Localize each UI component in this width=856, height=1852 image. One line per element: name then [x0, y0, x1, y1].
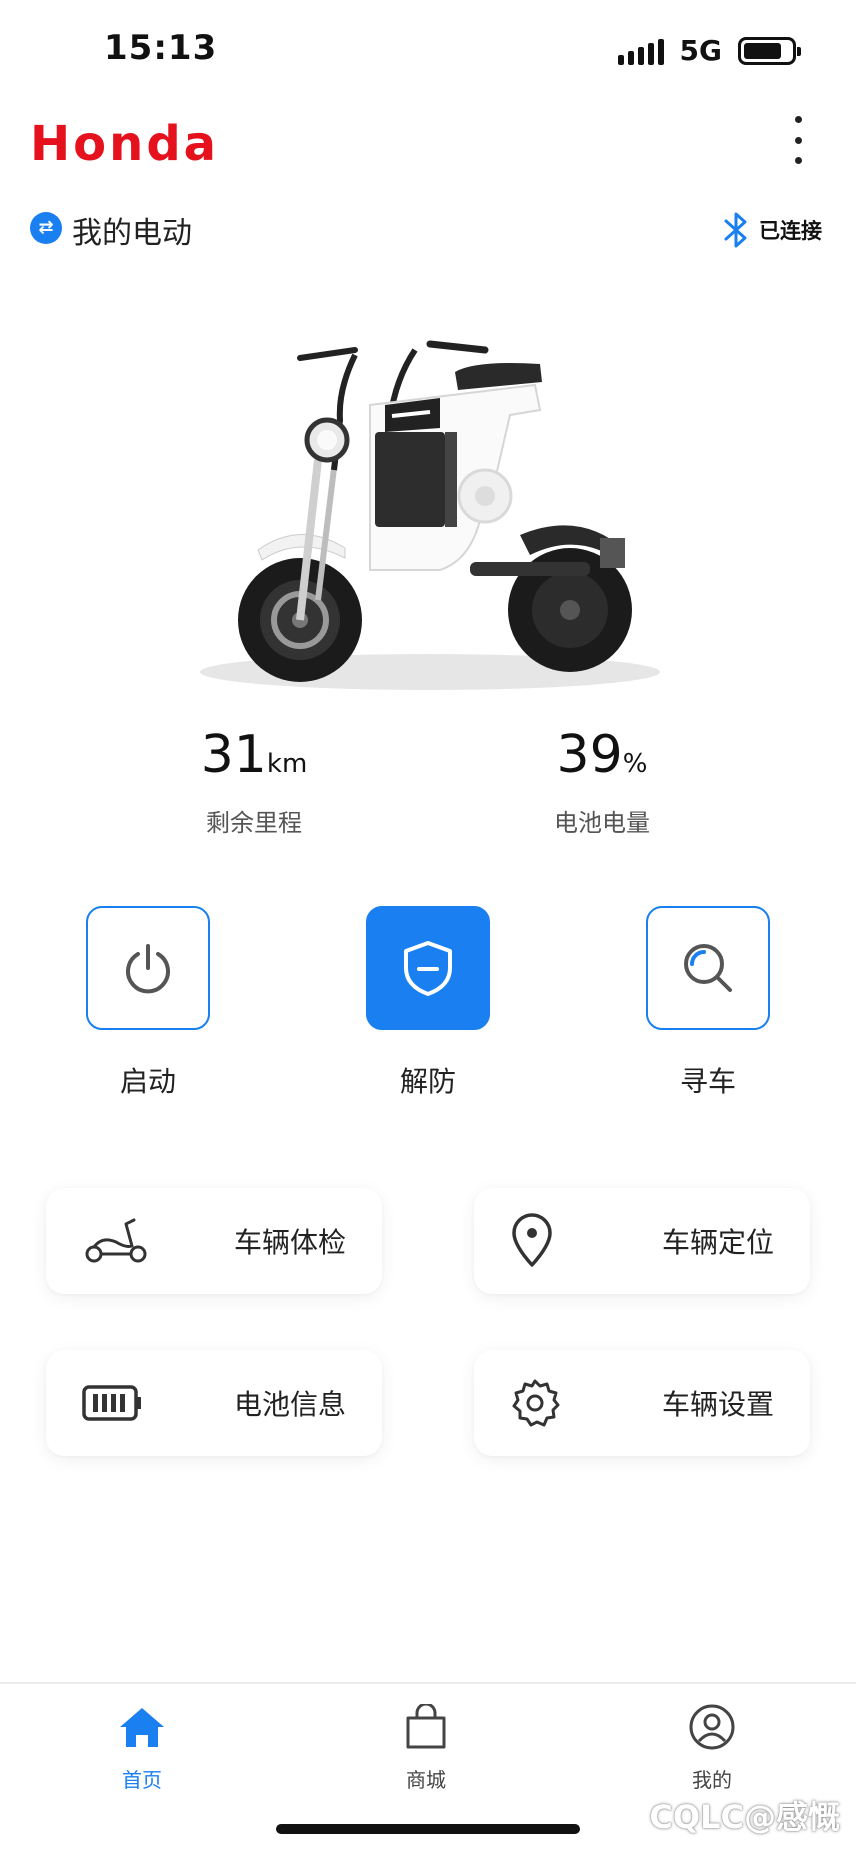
battery-label: 电池电量: [554, 809, 650, 837]
status-bar: 15:13 5G: [0, 0, 856, 100]
find-button[interactable]: [646, 906, 770, 1030]
battery-info-card[interactable]: 电池信息: [46, 1350, 382, 1456]
battery-info-label: 电池信息: [233, 1388, 346, 1421]
start-button[interactable]: [86, 906, 210, 1030]
bluetooth-status-label: 已连接: [759, 219, 822, 243]
battery-stat: 39% 电池电量: [452, 725, 752, 838]
find-label: 寻车: [679, 1065, 736, 1098]
vehicle-checkup-card[interactable]: 车辆体检: [46, 1188, 382, 1294]
scooter-icon: [82, 1216, 152, 1266]
home-icon: [82, 1700, 202, 1754]
app-header: Honda: [0, 110, 856, 200]
range-label: 剩余里程: [206, 809, 302, 837]
nav-store-label: 商城: [406, 1768, 446, 1792]
nav-store[interactable]: 商城: [366, 1700, 486, 1793]
nav-mine-label: 我的: [692, 1768, 732, 1792]
bluetooth-icon: [724, 212, 747, 248]
disarm-label: 解防: [399, 1065, 456, 1098]
battery-icon: [738, 36, 801, 65]
shopping-bag-icon: [366, 1700, 486, 1754]
start-label: 启动: [119, 1065, 176, 1098]
bluetooth-status[interactable]: 已连接: [723, 210, 822, 250]
battery-unit: %: [622, 749, 648, 779]
range-unit: km: [266, 749, 308, 779]
power-icon: [126, 944, 170, 994]
disarm-action: 解防: [366, 906, 490, 1100]
status-time: 15:13: [104, 28, 218, 68]
user-icon: [652, 1700, 772, 1754]
vehicle-location-label: 车辆定位: [661, 1226, 774, 1259]
nav-home[interactable]: 首页: [82, 1700, 202, 1793]
location-pin-icon: [510, 1213, 554, 1269]
vehicle-row: ⇄ 我的电动 已连接: [0, 200, 856, 260]
vehicle-location-card[interactable]: 车辆定位: [474, 1188, 810, 1294]
vehicle-name[interactable]: 我的电动: [72, 208, 192, 252]
disarm-button[interactable]: [366, 906, 490, 1030]
battery-value: 39: [556, 725, 623, 785]
svg-text:Honda: Honda: [30, 118, 219, 168]
switch-vehicle-icon[interactable]: ⇄: [30, 212, 62, 244]
start-action: 启动: [86, 906, 210, 1100]
range-value: 31: [200, 725, 267, 785]
vehicle-image: [0, 320, 856, 720]
watermark: CQLC@感慨: [649, 1798, 840, 1836]
shield-icon: [404, 941, 452, 996]
gear-icon: [510, 1378, 560, 1428]
signal-icon: [617, 37, 664, 65]
network-type: 5G: [679, 34, 722, 67]
more-menu-button[interactable]: [786, 116, 810, 164]
nav-mine[interactable]: 我的: [652, 1700, 772, 1793]
vehicle-settings-card[interactable]: 车辆设置: [474, 1350, 810, 1456]
honda-logo: Honda: [30, 116, 280, 172]
search-icon: [684, 944, 732, 992]
battery-info-icon: [82, 1383, 142, 1423]
home-indicator: [276, 1824, 580, 1834]
status-indicators: 5G: [617, 34, 801, 67]
find-action: 寻车: [646, 906, 770, 1100]
range-stat: 31km 剩余里程: [104, 725, 404, 838]
nav-home-label: 首页: [122, 1768, 162, 1792]
vehicle-checkup-label: 车辆体检: [233, 1226, 346, 1259]
vehicle-settings-label: 车辆设置: [661, 1388, 774, 1421]
